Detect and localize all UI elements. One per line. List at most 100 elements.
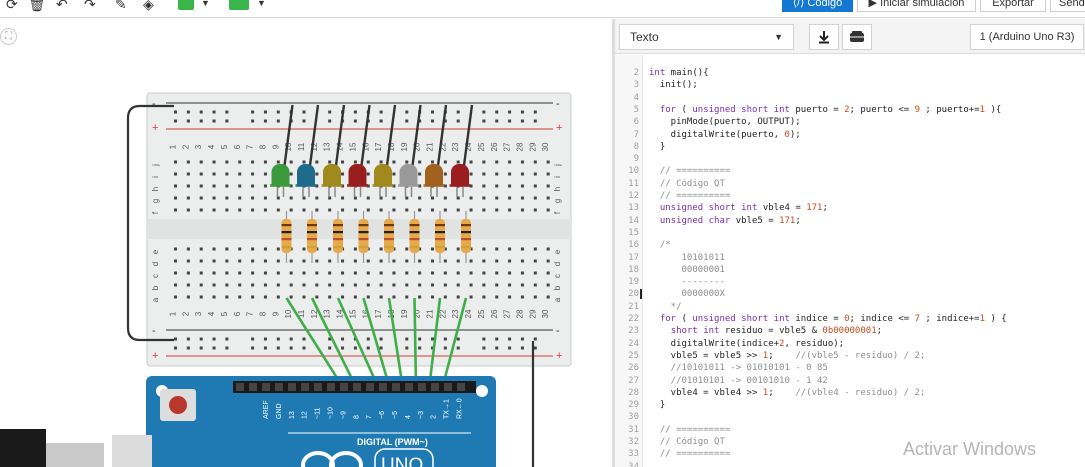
- code-line[interactable]: 29 }: [615, 399, 1085, 411]
- grid-hole: [508, 208, 512, 212]
- grid-hole: [366, 295, 370, 299]
- column-number: 26: [490, 142, 499, 151]
- board-select[interactable]: 1 (Arduino Uno R3): [970, 24, 1084, 50]
- color-swatch-icon[interactable]: [178, 0, 194, 10]
- chevron-down-icon[interactable]: ▼: [201, 0, 210, 8]
- rail-hole: [276, 110, 280, 114]
- grid-hole: [186, 184, 190, 188]
- grid-hole: [456, 160, 460, 164]
- code-text: // ==========: [649, 191, 731, 201]
- code-mode-select[interactable]: Texto ▼: [619, 24, 794, 50]
- grid-hole: [469, 259, 473, 263]
- code-line[interactable]: 30: [615, 411, 1085, 423]
- rotate-icon[interactable]: ⟳: [6, 0, 18, 13]
- circuit-drawing: - + - + - + - + j ji ih hg gf fe ed dc cb ba a1122…: [0, 92, 572, 467]
- export-button[interactable]: Exportar: [980, 0, 1046, 12]
- grid-hole: [289, 196, 293, 200]
- note-icon[interactable]: ✎: [115, 0, 127, 13]
- code-line[interactable]: 31 // ==========: [615, 424, 1085, 436]
- rail-hole: [379, 337, 383, 341]
- code-line[interactable]: 23 short int residuo = vble5 & 0b0000000…: [615, 325, 1085, 337]
- rail-hole: [251, 110, 255, 114]
- redo-icon[interactable]: ↷: [84, 0, 96, 13]
- grid-hole: [225, 196, 229, 200]
- chevron-down-icon[interactable]: ▼: [257, 0, 266, 8]
- code-line[interactable]: 16 /*: [615, 239, 1085, 251]
- code-text: for ( unsigned short int indice = 0; ind…: [659, 314, 1007, 324]
- grid-hole: [341, 295, 345, 299]
- code-text: */: [649, 301, 682, 312]
- code-line[interactable]: 27 //01010101 -> 00101010 - 1 42: [615, 375, 1085, 387]
- line-number: 10: [628, 166, 639, 177]
- grid-hole: [533, 172, 537, 176]
- code-line[interactable]: 11 // Código QT: [615, 178, 1085, 190]
- header-pin: [288, 383, 296, 391]
- code-line[interactable]: 32 // Código QT: [615, 436, 1085, 448]
- rail-hole: [225, 337, 229, 341]
- code-line[interactable]: 8 }: [615, 141, 1085, 153]
- code-text: 00000001: [649, 264, 725, 275]
- reset-button[interactable]: [169, 396, 187, 414]
- grid-hole: [315, 160, 319, 164]
- code-line[interactable]: 24 digitalWrite(indice+2, residuo);: [615, 338, 1085, 350]
- line-number: 30: [628, 412, 639, 423]
- grid-hole: [443, 196, 447, 200]
- code-line[interactable]: 17 10101011: [615, 252, 1085, 264]
- rail-hole: [225, 346, 229, 350]
- grid-hole: [495, 208, 499, 212]
- delete-icon[interactable]: 🗑: [28, 0, 46, 13]
- code-button[interactable]: ⟨/⟩ Código: [782, 0, 853, 12]
- grid-hole: [225, 160, 229, 164]
- grid-hole: [251, 160, 255, 164]
- layers-icon[interactable]: ◈: [143, 0, 154, 13]
- code-line[interactable]: 7 digitalWrite(puerto, 0);: [615, 129, 1085, 141]
- code-line[interactable]: 28 vble4 = vble4 >> 1; //(vble4 - residu…: [615, 387, 1085, 399]
- grid-hole: [546, 160, 550, 164]
- code-line[interactable]: 26 //10101011 -> 01010101 - 0 85: [615, 362, 1085, 374]
- code-editor[interactable]: 2 int main(){3 init(); 4 5 for ( unsigned s…: [615, 55, 1085, 467]
- code-line[interactable]: 22 for ( unsigned short int indice = 0; …: [615, 313, 1085, 325]
- code-line[interactable]: 3 init();: [615, 79, 1085, 91]
- column-number: 28: [515, 142, 524, 151]
- rail-hole: [212, 119, 216, 123]
- code-line[interactable]: 14 unsigned char vble5 = 171;: [615, 215, 1085, 227]
- code-line[interactable]: 6 pinMode(puerto, OUTPUT);: [615, 116, 1085, 128]
- grid-hole: [251, 172, 255, 176]
- code-line[interactable]: 34: [615, 461, 1085, 467]
- grid-hole: [418, 271, 422, 275]
- code-line[interactable]: 9: [615, 153, 1085, 165]
- tinkercad-workspace: ⟳ 🗑 ↶ ↷ ✎ ◈ ▼ ▼ ⟨/⟩ Código ▶ Iniciar sim…: [0, 0, 1085, 467]
- code-line[interactable]: 2 int main(){: [615, 67, 1085, 79]
- code-line[interactable]: 4: [615, 92, 1085, 104]
- line-number: 22: [628, 314, 639, 324]
- header-pin: [366, 383, 374, 391]
- grid-hole: [315, 208, 319, 212]
- code-line[interactable]: 15: [615, 227, 1085, 239]
- code-line[interactable]: 18 00000001: [615, 264, 1085, 276]
- send-button[interactable]: Send: [1050, 0, 1085, 12]
- code-line[interactable]: 13 unsigned short int vble4 = 171;: [615, 202, 1085, 214]
- resistor-band: [358, 238, 369, 241]
- wire-swatch-icon[interactable]: [229, 0, 249, 10]
- code-line[interactable]: 33 // ==========: [615, 448, 1085, 460]
- undo-icon[interactable]: ↶: [56, 0, 68, 13]
- grid-hole: [238, 271, 242, 275]
- rail-hole: [199, 119, 203, 123]
- resistor-band: [333, 246, 343, 249]
- code-line[interactable]: 25 vble5 = vble5 >> 1; //(vble5 - residu…: [615, 350, 1085, 362]
- grid-hole: [276, 259, 280, 263]
- library-button[interactable]: [842, 24, 872, 50]
- arduino-pin-label: ~10: [328, 407, 335, 419]
- code-line[interactable]: 12 // ==========: [615, 190, 1085, 202]
- code-line[interactable]: 10 // ==========: [615, 165, 1085, 177]
- code-line[interactable]: 21 */: [615, 301, 1085, 313]
- grid-hole: [199, 295, 203, 299]
- grid-hole: [263, 271, 267, 275]
- code-line[interactable]: 5 for ( unsigned short int puerto = 2; p…: [615, 104, 1085, 116]
- grid-hole: [328, 208, 332, 212]
- download-button[interactable]: [809, 24, 839, 50]
- simulate-button[interactable]: ▶ Iniciar simulación: [857, 0, 976, 12]
- code-line[interactable]: 19 --------: [615, 276, 1085, 288]
- column-number: 21: [426, 309, 435, 318]
- code-line[interactable]: 20 0000000X: [615, 288, 1085, 300]
